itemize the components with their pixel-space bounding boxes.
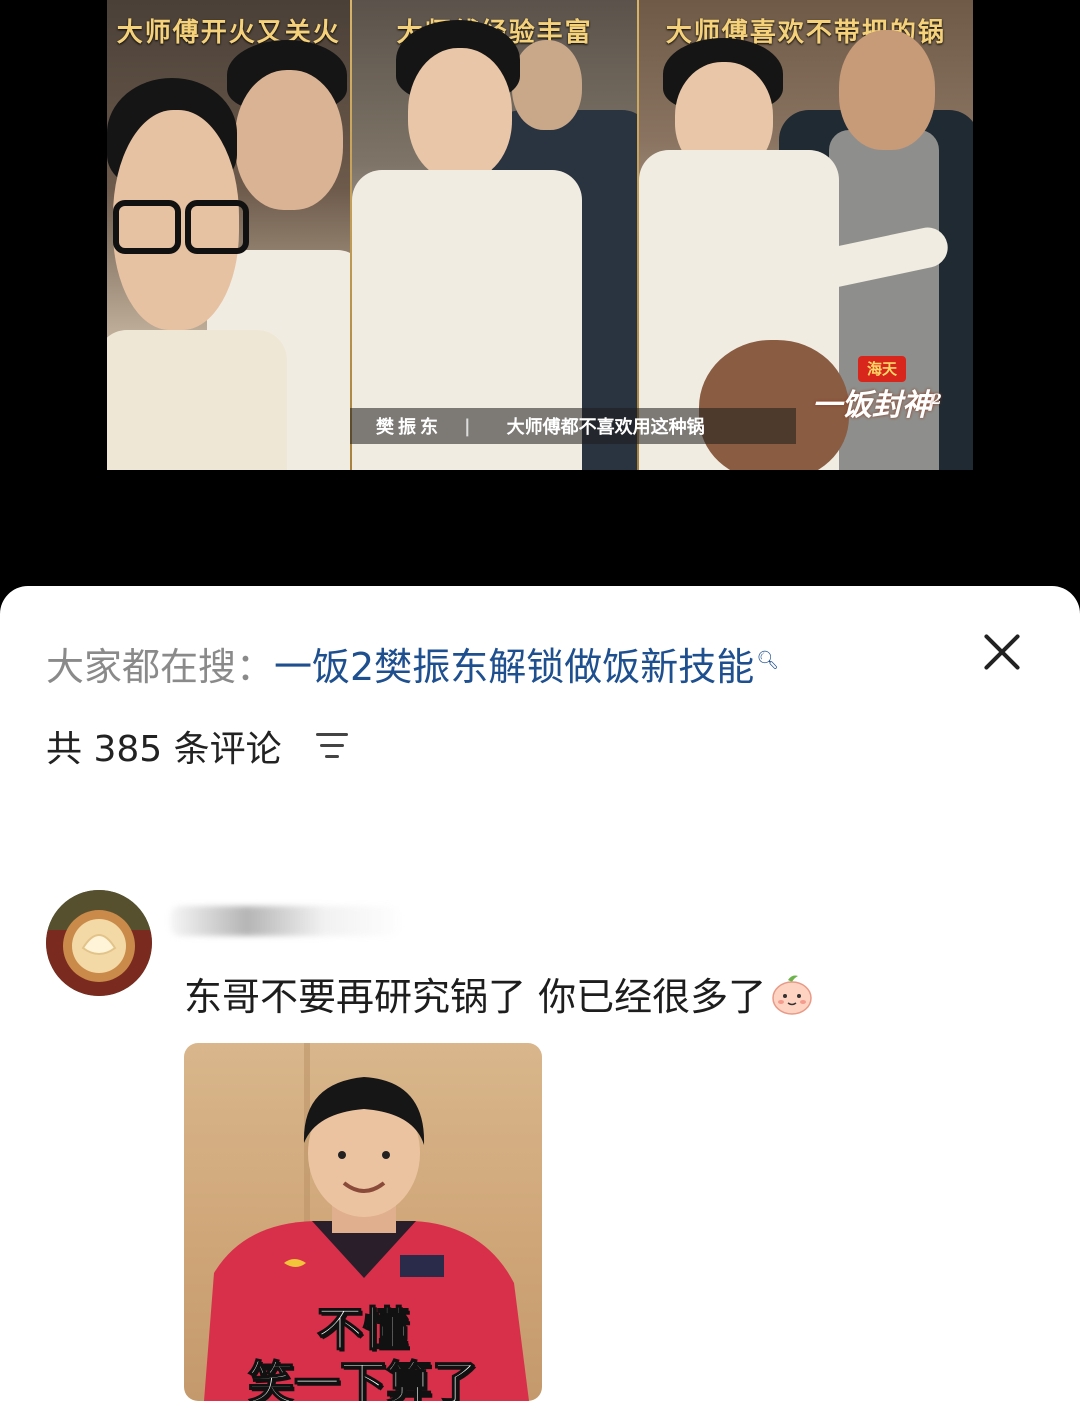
meme-image[interactable]: 不懂 笑一下算了: [184, 1043, 542, 1401]
glasses-icon: [113, 200, 181, 254]
person-head: [235, 70, 343, 210]
person-head: [512, 40, 583, 130]
person-head: [408, 48, 513, 180]
sponsor-badge: 海天: [858, 356, 906, 382]
show-title-text: 一饭封神: [812, 388, 932, 423]
close-icon[interactable]: [978, 628, 1026, 676]
dumpling-avatar-icon: [46, 890, 152, 996]
search-query-link[interactable]: 一饭2樊振东解锁做饭新技能: [274, 645, 754, 689]
subtitle-separator: |: [464, 415, 471, 437]
comment-text: 东哥不要再研究锅了 你已经很多了: [184, 966, 814, 1021]
show-title: 一饭封神2: [812, 380, 942, 424]
glasses-icon: [185, 200, 249, 254]
trending-search[interactable]: 大家都在搜：一饭2樊振东解锁做饭新技能 🔍︎: [46, 636, 779, 691]
subtitle-bar: 樊振东 | 大师傅都不喜欢用这种锅: [350, 408, 796, 444]
video-player[interactable]: 大师傅开火又关火 大师傅经验丰富 大师傅喜欢不带把的锅: [107, 0, 973, 470]
video-panel-2: 大师傅经验丰富: [352, 0, 637, 470]
person-head: [838, 30, 935, 150]
show-logo: 海天 一饭封神2: [810, 356, 942, 436]
sort-icon[interactable]: [316, 733, 348, 759]
video-panel-1: 大师傅开火又关火: [107, 0, 351, 470]
search-icon: 🔍︎: [756, 650, 780, 672]
peach-face-emoji: [770, 974, 814, 1015]
screen: 大师傅开火又关火 大师傅经验丰富 大师傅喜欢不带把的锅: [0, 0, 1080, 1424]
subtitle-speaker: 樊振东: [376, 417, 442, 438]
comment-body: 东哥不要再研究锅了 你已经很多了: [184, 975, 767, 1019]
subtitle-text: 大师傅都不喜欢用这种锅: [506, 417, 705, 438]
meme-caption-line2: 笑一下算了: [247, 1355, 479, 1401]
comment-count: 共 385 条评论: [46, 729, 282, 770]
show-title-superscript: 2: [932, 392, 942, 408]
person-shirt: [107, 330, 287, 470]
avatar[interactable]: [46, 890, 152, 996]
username-blurred[interactable]: [170, 906, 400, 936]
search-prefix: 大家都在搜：: [46, 645, 275, 689]
